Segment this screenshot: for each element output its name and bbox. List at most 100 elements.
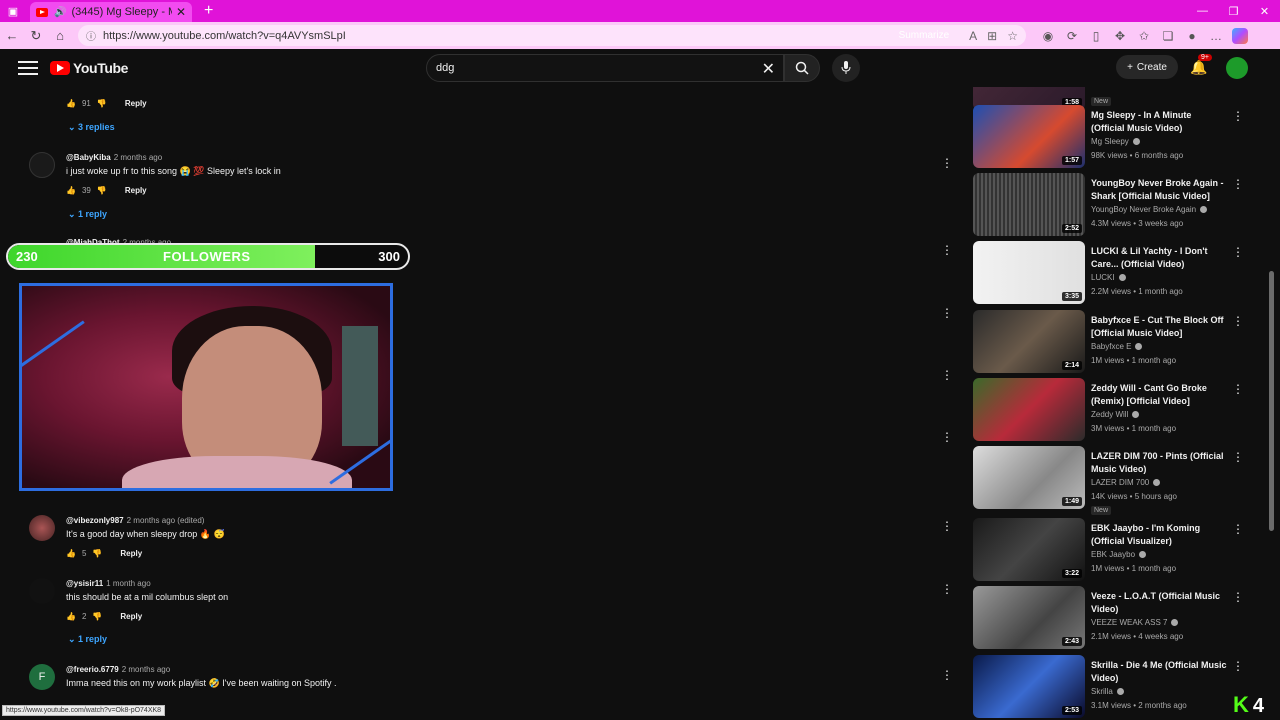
read-aloud-icon[interactable]: A — [969, 29, 977, 43]
new-tab-button[interactable]: + — [204, 2, 213, 20]
channel-name[interactable]: Zeddy Will — [1091, 410, 1140, 419]
reply-button[interactable]: Reply — [120, 549, 142, 558]
close-tab-icon[interactable]: ✕ — [176, 5, 186, 19]
scrollbar[interactable] — [1268, 87, 1276, 720]
like-icon[interactable]: 👍 — [66, 99, 76, 108]
back-icon[interactable]: ← — [0, 28, 24, 43]
voice-search-button[interactable] — [832, 54, 860, 82]
comment-time[interactable]: 2 months ago (edited) — [127, 516, 205, 525]
video-thumbnail[interactable]: 2:14 — [973, 310, 1085, 373]
video-title[interactable]: Skrilla - Die 4 Me (Official Music Video… — [1091, 659, 1227, 685]
hamburger-menu-icon[interactable] — [18, 61, 38, 75]
replies-toggle[interactable]: ⌄ 1 reply — [68, 209, 107, 220]
like-icon[interactable]: 👍 — [66, 612, 76, 621]
channel-name[interactable]: Mg Sleepy — [1091, 137, 1140, 146]
video-more-icon[interactable]: ⋮ — [1232, 450, 1244, 464]
browser-tab[interactable]: 🔊 (3445) Mg Sleepy - Magic Pi ✕ — [30, 2, 192, 22]
clear-search-icon[interactable]: ✕ — [762, 59, 775, 79]
search-input[interactable]: ddg ✕ — [426, 54, 784, 82]
dislike-icon[interactable]: 👎 — [92, 612, 102, 621]
comment-author[interactable]: @freerio.6779 — [66, 665, 119, 674]
video-more-icon[interactable]: ⋮ — [1232, 522, 1244, 536]
video-thumbnail[interactable] — [973, 378, 1085, 441]
avatar[interactable] — [29, 578, 55, 604]
favorites-icon[interactable]: ✩ — [1132, 29, 1156, 43]
split-screen-icon[interactable]: ▯ — [1084, 29, 1108, 43]
channel-name[interactable]: LAZER DIM 700 — [1091, 478, 1161, 487]
more-menu-icon[interactable]: … — [1204, 29, 1228, 43]
channel-name[interactable]: Babyfxce E — [1091, 342, 1143, 351]
restore-icon[interactable]: ❐ — [1218, 0, 1249, 22]
comment-author[interactable]: @BabyKiba — [66, 153, 111, 162]
refresh-extension-icon[interactable]: ⟳ — [1060, 29, 1084, 43]
close-window-icon[interactable]: ✕ — [1249, 0, 1280, 22]
account-avatar[interactable] — [1226, 57, 1248, 79]
comment-author[interactable]: @vibezonly987 — [66, 516, 124, 525]
video-thumbnail[interactable]: 1:49 — [973, 446, 1085, 509]
video-thumbnail[interactable]: 3:22 — [973, 518, 1085, 581]
reply-button[interactable]: Reply — [125, 186, 147, 195]
comment-more-icon[interactable]: ⋮ — [941, 243, 953, 257]
site-info-icon[interactable]: ⓘ — [86, 28, 96, 43]
reply-button[interactable]: Reply — [120, 612, 142, 621]
collections-icon[interactable]: ❏ — [1156, 29, 1180, 43]
video-title[interactable]: Mg Sleepy - In A Minute (Official Music … — [1091, 109, 1227, 135]
like-icon[interactable]: 👍 — [66, 186, 76, 195]
comment-more-icon[interactable]: ⋮ — [941, 306, 953, 320]
video-title[interactable]: EBK Jaaybo - I'm Koming (Official Visual… — [1091, 522, 1227, 548]
create-button[interactable]: + Create — [1116, 55, 1178, 79]
video-more-icon[interactable]: ⋮ — [1232, 659, 1244, 673]
refresh-icon[interactable]: ↻ — [24, 28, 48, 44]
comment-more-icon[interactable]: ⋮ — [941, 582, 953, 596]
scrollbar-thumb[interactable] — [1269, 271, 1274, 531]
home-icon[interactable]: ⌂ — [48, 28, 72, 43]
video-title[interactable]: Veeze - L.O.A.T (Official Music Video) — [1091, 590, 1227, 616]
comment-more-icon[interactable]: ⋮ — [941, 156, 953, 170]
dislike-icon[interactable]: 👎 — [97, 99, 107, 108]
video-more-icon[interactable]: ⋮ — [1232, 245, 1244, 259]
replies-toggle[interactable]: ⌄ 3 replies — [68, 122, 115, 133]
comment-more-icon[interactable]: ⋮ — [941, 430, 953, 444]
minimize-icon[interactable]: — — [1187, 0, 1218, 22]
video-title[interactable]: LUCKI & Lil Yachty - I Don't Care... (Of… — [1091, 245, 1227, 271]
apps-icon[interactable]: ⊞ — [987, 29, 997, 43]
url-field[interactable]: ⓘ https://www.youtube.com/watch?v=q4AVYs… — [78, 25, 1026, 46]
video-thumbnail[interactable]: 2:52 — [973, 173, 1085, 236]
summarize-button[interactable]: Summarize — [899, 30, 950, 41]
comment-more-icon[interactable]: ⋮ — [941, 368, 953, 382]
extensions-puzzle-icon[interactable]: ✥ — [1108, 29, 1132, 43]
video-more-icon[interactable]: ⋮ — [1232, 382, 1244, 396]
replies-toggle[interactable]: ⌄ 1 reply — [68, 634, 107, 645]
comment-time[interactable]: 2 months ago — [114, 153, 162, 162]
video-more-icon[interactable]: ⋮ — [1232, 314, 1244, 328]
avatar[interactable] — [29, 515, 55, 541]
tab-actions-icon[interactable]: ▣ — [0, 0, 26, 22]
comment-more-icon[interactable]: ⋮ — [941, 519, 953, 533]
comment-more-icon[interactable]: ⋮ — [941, 668, 953, 682]
dislike-icon[interactable]: 👎 — [92, 549, 102, 558]
video-thumbnail[interactable]: 2:53 — [973, 655, 1085, 718]
channel-name[interactable]: Skrilla — [1091, 687, 1124, 696]
channel-name[interactable]: YoungBoy Never Broke Again — [1091, 205, 1208, 214]
channel-name[interactable]: VEEZE WEAK ASS 7 — [1091, 618, 1179, 627]
search-button[interactable] — [784, 54, 820, 82]
video-more-icon[interactable]: ⋮ — [1232, 590, 1244, 604]
reply-button[interactable]: Reply — [125, 99, 147, 108]
like-icon[interactable]: 👍 — [66, 549, 76, 558]
comment-time[interactable]: 2 months ago — [122, 665, 170, 674]
video-thumbnail[interactable]: 2:43 — [973, 586, 1085, 649]
speaker-icon[interactable]: 🔊 — [54, 7, 66, 18]
youtube-logo[interactable]: YouTube — [50, 60, 128, 76]
profile-icon[interactable]: ● — [1180, 29, 1204, 43]
video-title[interactable]: YoungBoy Never Broke Again - Shark [Offi… — [1091, 177, 1227, 203]
dislike-icon[interactable]: 👎 — [97, 186, 107, 195]
video-more-icon[interactable]: ⋮ — [1232, 109, 1244, 123]
comment-author[interactable]: @ysisir11 — [66, 579, 103, 588]
video-thumbnail[interactable]: 1:57 — [973, 105, 1085, 168]
video-title[interactable]: LAZER DIM 700 - Pints (Official Music Vi… — [1091, 450, 1227, 476]
favorite-star-icon[interactable]: ☆ — [1007, 29, 1018, 43]
avatar[interactable]: F — [29, 664, 55, 690]
comment-time[interactable]: 1 month ago — [106, 579, 150, 588]
notifications-button[interactable]: 🔔 9+ — [1190, 54, 1212, 76]
video-more-icon[interactable]: ⋮ — [1232, 177, 1244, 191]
